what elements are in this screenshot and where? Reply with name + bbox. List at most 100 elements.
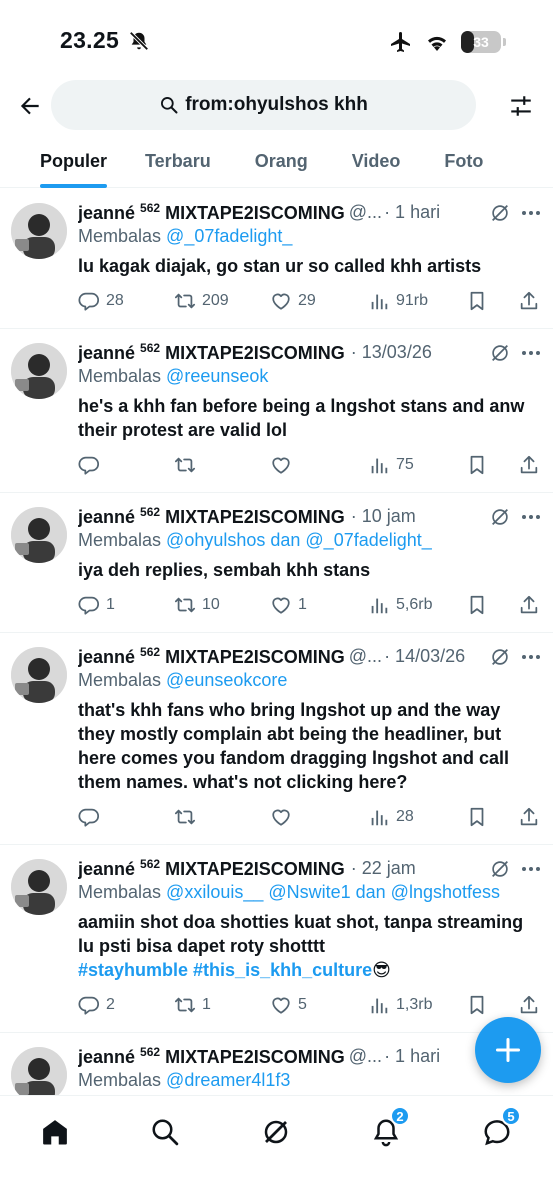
tweet-actions: 28 209 29 91rb <box>78 290 539 314</box>
tab-foto[interactable]: Foto <box>444 140 483 188</box>
search-filter-button[interactable] <box>505 90 537 122</box>
author-name[interactable]: jeanné 562 MIXTAPE2ISCOMING <box>78 1045 345 1068</box>
views-button[interactable]: 5,6rb <box>368 594 432 616</box>
like-button[interactable] <box>270 454 298 476</box>
grok-icon[interactable] <box>489 858 511 880</box>
grok-icon[interactable] <box>489 202 511 224</box>
avatar-photo <box>11 507 67 563</box>
retweet-icon <box>174 597 196 613</box>
tab-orang[interactable]: Orang <box>255 140 308 188</box>
status-time: 23.25 <box>60 27 120 53</box>
reply-mention-link[interactable]: @reeunseok <box>166 366 268 386</box>
tab-terbaru[interactable]: Terbaru <box>145 140 211 188</box>
tweet-timestamp[interactable]: · 13/03/26 <box>351 342 432 363</box>
views-button[interactable]: 28 <box>368 806 414 828</box>
tab-populer[interactable]: Populer <box>40 140 108 188</box>
avatar[interactable] <box>11 507 67 563</box>
tweet-item[interactable]: jeanné 562 MIXTAPE2ISCOMING @... · 1 hari M… <box>0 1033 553 1095</box>
tweet-item[interactable]: jeanné 562 MIXTAPE2ISCOMING @... · 14/03/2… <box>0 633 553 845</box>
like-button[interactable]: 5 <box>270 994 307 1016</box>
tweet-item[interactable]: jeanné 562 MIXTAPE2ISCOMING · 10 jam Memba… <box>0 493 553 633</box>
views-button[interactable]: 91rb <box>368 290 428 312</box>
avatar[interactable] <box>11 1047 67 1095</box>
more-options-button[interactable] <box>519 858 543 880</box>
more-options-button[interactable] <box>519 202 543 224</box>
author-name[interactable]: jeanné 562 MIXTAPE2ISCOMING <box>78 505 345 528</box>
reply-count: 2 <box>106 996 115 1013</box>
bookmark-button[interactable] <box>466 594 488 616</box>
heart-icon <box>272 293 290 310</box>
reply-button[interactable]: 28 <box>78 290 124 312</box>
reply-mention-link[interactable]: @_07fadelight_ <box>166 226 292 246</box>
reply-mention-link[interactable]: @dreamer4l1f3 <box>166 1070 290 1090</box>
tweet-item[interactable]: jeanné 562 MIXTAPE2ISCOMING @... · 1 hari M… <box>0 189 553 329</box>
author-name[interactable]: jeanné 562 MIXTAPE2ISCOMING <box>78 341 345 364</box>
bookmark-button[interactable] <box>466 290 488 312</box>
search-results-feed[interactable]: jeanné 562 MIXTAPE2ISCOMING @... · 1 hari M… <box>0 189 553 1095</box>
avatar[interactable] <box>11 343 67 399</box>
more-options-button[interactable] <box>519 506 543 528</box>
grok-icon[interactable] <box>489 342 511 364</box>
reply-button[interactable]: 2 <box>78 994 115 1016</box>
nav-home[interactable] <box>33 1110 77 1154</box>
share-icon <box>520 595 538 614</box>
avatar[interactable] <box>11 203 67 259</box>
reply-mention-link[interactable]: @ohyulshos dan @_07fadelight_ <box>166 530 432 550</box>
retweet-button[interactable]: 10 <box>174 594 220 616</box>
share-button[interactable] <box>518 290 540 312</box>
reply-button[interactable] <box>78 454 106 476</box>
hashtag-link[interactable]: #stayhumble #this_is_khh_culture <box>78 960 372 980</box>
like-button[interactable]: 29 <box>270 290 316 312</box>
tweet-timestamp[interactable]: · 1 hari <box>384 1046 440 1067</box>
grok-icon[interactable] <box>489 646 511 668</box>
tab-video[interactable]: Video <box>352 140 401 188</box>
retweet-button[interactable] <box>174 806 202 828</box>
reply-button[interactable] <box>78 806 106 828</box>
retweet-button[interactable]: 1 <box>174 994 211 1016</box>
retweet-button[interactable]: 209 <box>174 290 229 312</box>
bookmark-icon <box>470 807 484 827</box>
nav-notifications[interactable]: 2 <box>364 1106 410 1154</box>
reply-button[interactable]: 1 <box>78 594 115 616</box>
bookmark-button[interactable] <box>466 994 488 1016</box>
share-button[interactable] <box>518 454 540 476</box>
views-count: 28 <box>396 808 414 825</box>
compose-post-button[interactable] <box>475 1017 541 1083</box>
reply-mention-link[interactable]: @xxilouis__ @Nswite1 dan @lngshotfess <box>166 882 500 902</box>
back-button[interactable] <box>14 90 46 122</box>
tweet-timestamp[interactable]: · 14/03/26 <box>384 646 465 667</box>
reply-icon <box>78 596 100 615</box>
tweet-item[interactable]: jeanné 562 MIXTAPE2ISCOMING · 13/03/26 Mem… <box>0 329 553 493</box>
views-button[interactable]: 1,3rb <box>368 994 432 1016</box>
views-button[interactable]: 75 <box>368 454 414 476</box>
views-icon <box>371 294 388 310</box>
grok-icon[interactable] <box>489 506 511 528</box>
tweet-item[interactable]: jeanné 562 MIXTAPE2ISCOMING · 22 jam Memba… <box>0 845 553 1033</box>
more-options-button[interactable] <box>519 342 543 364</box>
nav-search[interactable] <box>143 1110 187 1154</box>
search-input[interactable]: from:ohyulshos khh <box>51 80 476 130</box>
bookmark-button[interactable] <box>466 454 488 476</box>
tweet-header: jeanné 562 MIXTAPE2ISCOMING · 10 jam <box>78 505 539 527</box>
bookmark-button[interactable] <box>466 806 488 828</box>
retweet-button[interactable] <box>174 454 202 476</box>
retweet-icon <box>174 457 196 473</box>
author-name[interactable]: jeanné 562 MIXTAPE2ISCOMING <box>78 201 345 224</box>
nav-messages[interactable]: 5 <box>475 1106 521 1154</box>
like-button[interactable] <box>270 806 298 828</box>
more-options-button[interactable] <box>519 646 543 668</box>
tweet-timestamp[interactable]: · 22 jam <box>351 858 416 879</box>
avatar[interactable] <box>11 647 67 703</box>
share-button[interactable] <box>518 806 540 828</box>
author-name[interactable]: jeanné 562 MIXTAPE2ISCOMING <box>78 857 345 880</box>
like-button[interactable]: 1 <box>270 594 307 616</box>
tweet-timestamp[interactable]: · 10 jam <box>351 506 416 527</box>
share-button[interactable] <box>518 594 540 616</box>
nav-grok[interactable] <box>254 1110 298 1154</box>
retweet-icon <box>174 293 196 309</box>
tweet-timestamp[interactable]: · 1 hari <box>384 202 440 223</box>
reply-mention-link[interactable]: @eunseokcore <box>166 670 287 690</box>
author-name[interactable]: jeanné 562 MIXTAPE2ISCOMING <box>78 645 345 668</box>
share-button[interactable] <box>518 994 540 1016</box>
avatar[interactable] <box>11 859 67 915</box>
